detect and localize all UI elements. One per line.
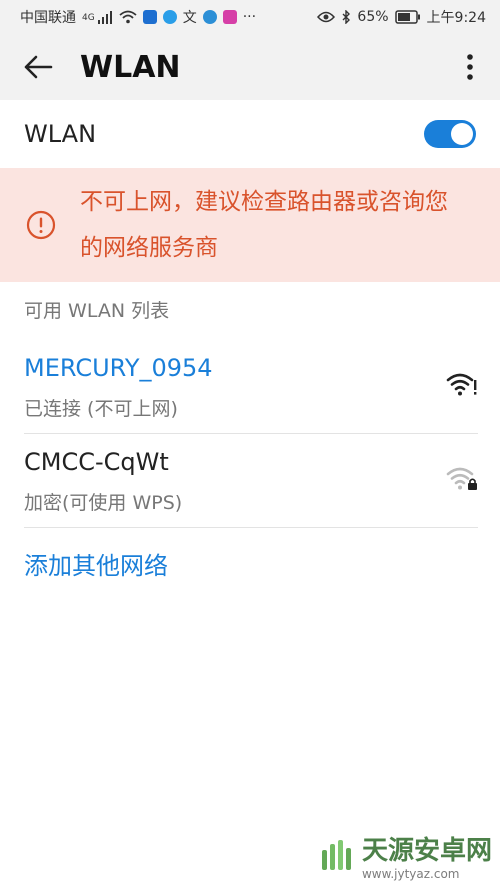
warning-message: 不可上网，建议检查路由器或咨询您的网络服务商 <box>80 189 448 261</box>
network-status: 已连接 (不可上网) <box>24 398 178 420</box>
back-button[interactable] <box>8 34 68 100</box>
network-item-mercury[interactable]: MERCURY_0954 已连接 (不可上网) <box>0 340 500 434</box>
app-notification-icon-1 <box>142 10 157 24</box>
divider <box>24 527 478 528</box>
carrier-label: 中国联通 <box>20 10 76 26</box>
network-status: 加密(可使用 WPS) <box>24 492 183 514</box>
network-name: CMCC-CqWt <box>24 448 169 476</box>
watermark-name: 天源安卓网 <box>361 836 492 866</box>
status-bar-right: 65% 上午9:24 <box>317 7 486 27</box>
more-vertical-icon <box>467 54 473 80</box>
wlan-toggle-row: WLAN <box>0 100 500 168</box>
wifi-no-internet-icon <box>446 373 477 396</box>
app-notification-icon-2 <box>162 10 177 24</box>
wifi-locked-icon <box>446 467 477 490</box>
available-networks-title: 可用 WLAN 列表 <box>24 300 170 322</box>
app-notification-icon-5 <box>222 10 237 24</box>
network-item-cmcc[interactable]: CMCC-CqWt 加密(可使用 WPS) <box>0 434 500 528</box>
status-bar-left: 中国联通 4G 文 ··· <box>20 7 256 27</box>
status-bar: 中国联通 4G 文 ··· 65% 上午9:24 <box>0 0 500 34</box>
network-name: MERCURY_0954 <box>24 354 213 382</box>
battery-icon <box>394 10 421 24</box>
watermark-url: www.jytyaz.com <box>361 867 460 881</box>
more-notifications-indicator: ··· <box>242 9 257 25</box>
bluetooth-icon <box>341 10 351 24</box>
watermark-logo-icon <box>321 839 351 870</box>
connection-warning-banner: 不可上网，建议检查路由器或咨询您的网络服务商 <box>0 168 500 282</box>
clock: 上午9:24 <box>426 10 486 26</box>
switch-knob <box>451 123 473 145</box>
app-notification-icon-3: 文 <box>182 10 197 26</box>
eye-icon <box>317 11 336 23</box>
more-options-button[interactable] <box>456 46 484 88</box>
watermark-text: 天源安卓网 www.jytyaz.com <box>362 830 492 881</box>
page-title: WLAN <box>80 49 181 85</box>
warning-icon <box>26 210 56 240</box>
app-notification-icon-4 <box>202 10 217 24</box>
add-network-button[interactable]: 添加其他网络 <box>24 546 168 581</box>
network-type-label: 4G <box>82 13 95 23</box>
wlan-switch[interactable] <box>424 120 476 148</box>
signal-icon <box>97 10 113 24</box>
battery-percent: 65% <box>357 9 389 25</box>
arrow-left-icon <box>24 55 53 79</box>
wlan-toggle-label: WLAN <box>24 120 97 148</box>
app-header: WLAN <box>0 34 500 100</box>
wifi-status-icon <box>119 10 137 24</box>
site-watermark: 天源安卓网 www.jytyaz.com <box>316 830 492 881</box>
